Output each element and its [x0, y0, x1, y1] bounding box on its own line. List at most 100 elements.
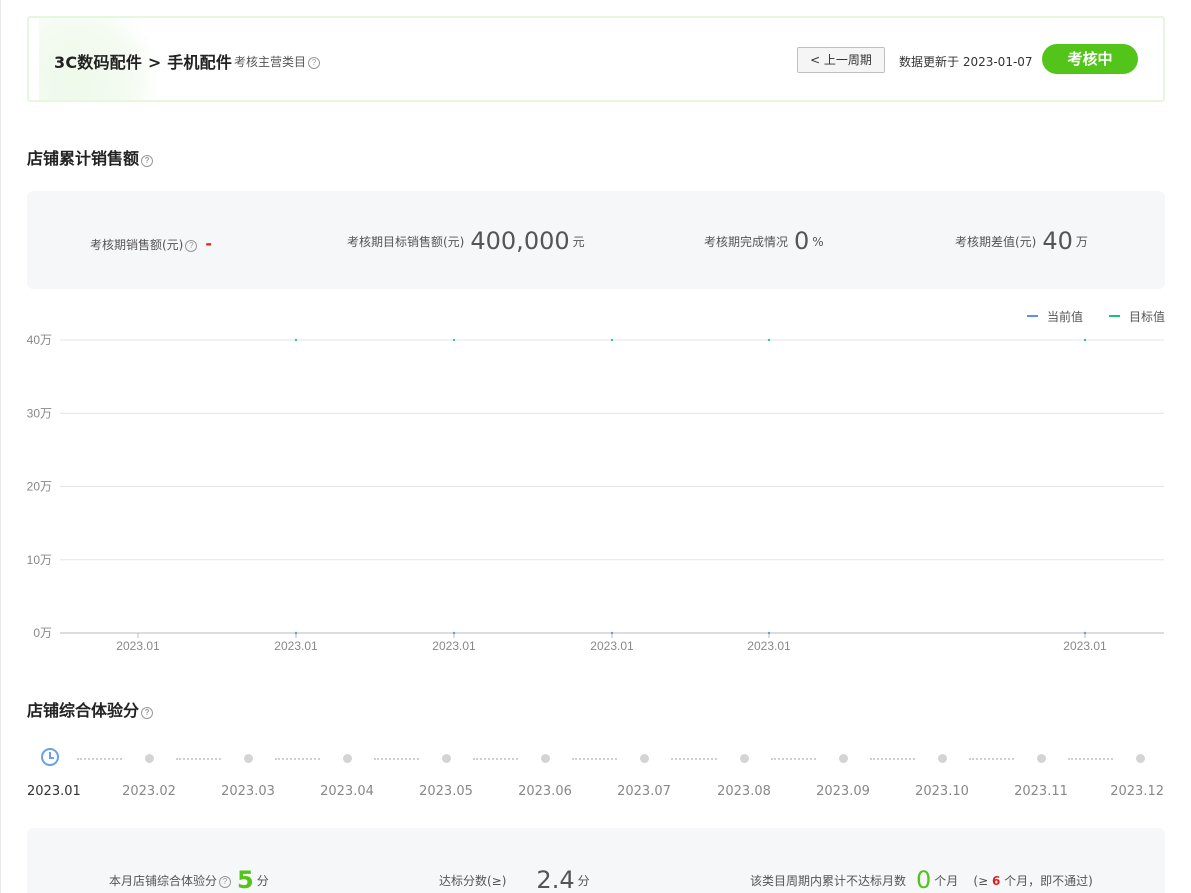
- help-icon[interactable]: ?: [141, 707, 154, 719]
- stat-fail-months-unit: 个月: [934, 874, 959, 888]
- legend-label[interactable]: 当前值: [1047, 309, 1083, 324]
- update-timestamp: 数据更新于 2023-01-07: [899, 55, 1033, 69]
- timeline-month-label[interactable]: 2023.10: [902, 784, 982, 799]
- timeline-dot: [1036, 754, 1046, 763]
- stat-fail-months-value: 0: [916, 866, 932, 893]
- data-point-current[interactable]: [137, 632, 139, 634]
- x-tick-label: 2023.01: [747, 639, 791, 653]
- help-icon[interactable]: ?: [185, 240, 198, 252]
- data-point-current[interactable]: [610, 631, 614, 635]
- stat-monthly-score: 本月店铺综合体验分? 5 分: [109, 866, 269, 893]
- stat-completion-label: 考核期完成情况: [704, 235, 789, 249]
- timeline-month-label[interactable]: 2023.05: [406, 784, 486, 799]
- category-note: 考核主营类目?: [234, 53, 321, 70]
- timeline-dot: [540, 754, 550, 763]
- timeline-month-label[interactable]: 2023.03: [208, 784, 288, 799]
- timeline-month-label[interactable]: 2023.04: [307, 784, 387, 799]
- timeline-dot: [144, 754, 154, 763]
- x-tick-label: 2023.01: [432, 639, 476, 653]
- experience-stats-panel: 本月店铺综合体验分? 5 分 达标分数(≥) 2.4 分 该类目周期内累计不达标月数 0 个…: [27, 828, 1165, 893]
- y-tick-label: 20万: [27, 480, 52, 494]
- stat-monthly-score-label: 本月店铺综合体验分: [109, 874, 218, 888]
- x-tick-label: 2023.01: [590, 639, 634, 653]
- stat-fail-months: 该类目周期内累计不达标月数 0 个月 (≥ 6 个月，即不通过): [750, 866, 1093, 893]
- data-point-target[interactable]: [294, 338, 298, 342]
- fail-note-number: 6: [991, 874, 1001, 888]
- stat-threshold-label: 达标分数(≥): [439, 874, 507, 888]
- stat-fail-months-label: 该类目周期内累计不达标月数: [750, 874, 907, 888]
- stat-sales-value: -: [205, 234, 213, 253]
- y-tick-label: 30万: [27, 406, 52, 420]
- month-timeline: 2023.01 2023.02 2023.03 2023.04 2023.05 2023.…: [0, 740, 1191, 810]
- data-point-target[interactable]: [452, 338, 456, 342]
- stat-target-sales: 考核期目标销售额(元) 400,000 元: [347, 227, 585, 255]
- stat-monthly-score-unit: 分: [256, 874, 269, 888]
- timeline-month-label[interactable]: 2023.11: [1001, 784, 1081, 799]
- stat-sales: 考核期销售额(元)? -: [90, 234, 212, 253]
- status-badge: 考核中: [1042, 44, 1138, 74]
- stat-sales-label: 考核期销售额(元): [90, 238, 184, 252]
- sales-stats-panel: 考核期销售额(元)? - 考核期目标销售额(元) 400,000 元 考核期完成情况 0…: [27, 191, 1165, 289]
- y-tick-label: 0万: [33, 626, 52, 640]
- stat-difference-unit: 万: [1075, 235, 1088, 249]
- timeline-dot: [639, 754, 649, 763]
- previous-period-button[interactable]: < 上一周期: [797, 47, 885, 73]
- data-point-current[interactable]: [452, 631, 456, 635]
- stat-threshold: 达标分数(≥) 2.4 分: [439, 866, 590, 893]
- experience-section-title-text: 店铺综合体验分: [27, 701, 140, 720]
- category-note-label: 考核主营类目: [234, 55, 307, 69]
- sales-line-chart: 0万 10万 20万 30万 40万 2023.01 2023.01 2023.01 2023…: [27, 309, 1165, 653]
- timeline-dot: [937, 754, 947, 763]
- x-tick-label: 2023.01: [116, 639, 160, 653]
- data-point-target[interactable]: [1083, 338, 1087, 342]
- help-icon[interactable]: ?: [141, 155, 154, 167]
- data-point-current[interactable]: [294, 631, 298, 635]
- assessment-header-card: 3C数码配件 > 手机配件 考核主营类目? < 上一周期 数据更新于 2023-…: [27, 16, 1165, 102]
- timeline-month-label[interactable]: 2023.07: [604, 784, 684, 799]
- clock-icon: [41, 748, 59, 766]
- timeline-month-label[interactable]: 2023.06: [505, 784, 585, 799]
- data-point-current[interactable]: [1083, 631, 1087, 635]
- sales-section-title: 店铺累计销售额?: [27, 145, 154, 169]
- stat-target-sales-unit: 元: [572, 235, 585, 249]
- x-tick-label: 2023.01: [274, 639, 318, 653]
- stat-fail-note: (≥ 6 个月，即不通过): [973, 874, 1092, 888]
- help-icon[interactable]: ?: [219, 876, 232, 888]
- help-icon[interactable]: ?: [308, 57, 321, 69]
- stat-difference: 考核期差值(元) 40 万: [955, 227, 1088, 255]
- stat-threshold-unit: 分: [577, 874, 590, 888]
- timeline-month-label[interactable]: 2023.09: [803, 784, 883, 799]
- timeline-dot: [1135, 754, 1145, 763]
- timeline-dot: [739, 754, 749, 763]
- timeline-month-label[interactable]: 2023.02: [109, 784, 189, 799]
- timeline-month[interactable]: [10, 740, 90, 766]
- stat-completion-unit: %: [812, 235, 824, 249]
- fail-note-suffix: 个月，即不通过): [1004, 874, 1093, 888]
- timeline-month-label[interactable]: 2023.12: [1100, 784, 1164, 799]
- stat-difference-label: 考核期差值(元): [955, 235, 1037, 249]
- sales-section-title-text: 店铺累计销售额: [27, 149, 140, 168]
- timeline-dot: [441, 754, 451, 763]
- timeline-month-label[interactable]: 2023.08: [704, 784, 784, 799]
- y-tick-label: 40万: [27, 333, 52, 347]
- timeline-dot: [342, 754, 352, 763]
- x-tick-label: 2023.01: [1063, 639, 1107, 653]
- experience-section-title: 店铺综合体验分?: [27, 697, 154, 721]
- legend-label[interactable]: 目标值: [1129, 309, 1165, 324]
- stat-target-sales-label: 考核期目标销售额(元): [347, 235, 465, 249]
- stat-target-sales-value: 400,000: [470, 227, 570, 255]
- stat-monthly-score-value: 5: [237, 866, 254, 893]
- fail-note-prefix: (≥: [973, 874, 989, 888]
- data-point-current[interactable]: [767, 631, 771, 635]
- stat-difference-value: 40: [1042, 227, 1073, 255]
- y-tick-label: 10万: [27, 553, 52, 567]
- data-point-target[interactable]: [767, 338, 771, 342]
- category-path: 3C数码配件 > 手机配件: [54, 53, 233, 72]
- stat-completion-value: 0: [794, 227, 810, 255]
- data-point-target[interactable]: [137, 339, 139, 341]
- timeline-month[interactable]: [1100, 740, 1180, 763]
- stat-completion: 考核期完成情况 0%: [704, 227, 824, 255]
- data-point-target[interactable]: [610, 338, 614, 342]
- timeline-month-label[interactable]: 2023.01: [0, 784, 81, 799]
- timeline-dot: [243, 754, 253, 763]
